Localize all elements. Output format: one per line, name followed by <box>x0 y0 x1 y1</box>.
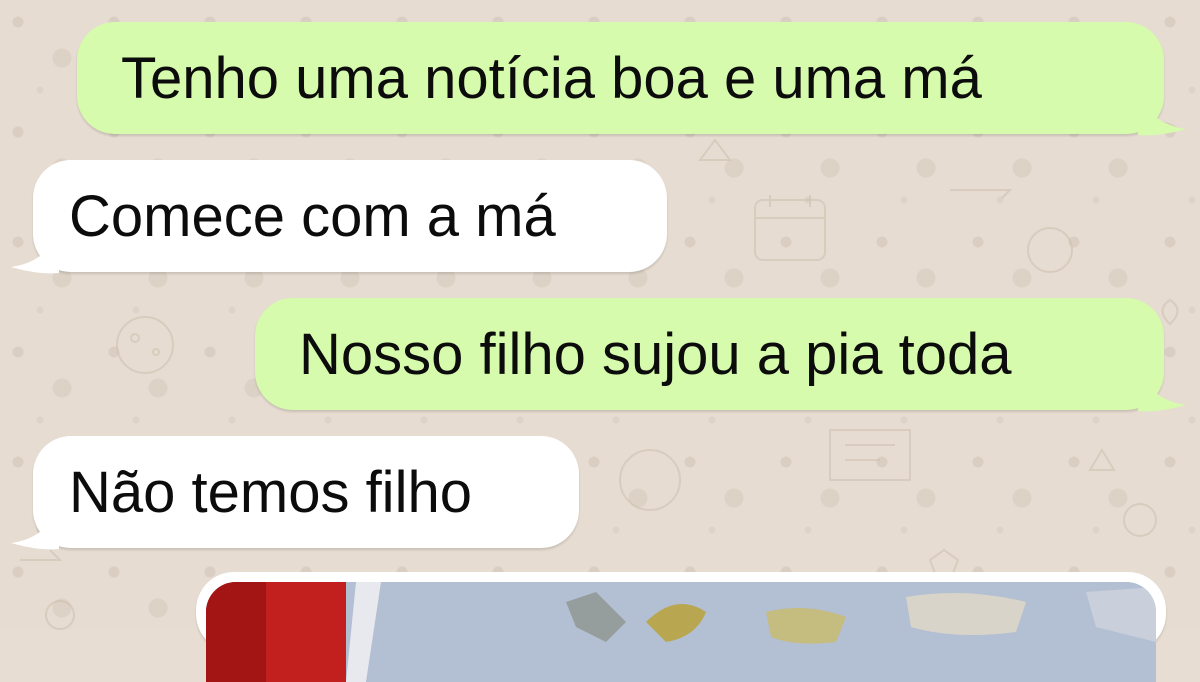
bubble-tail <box>11 497 59 550</box>
bubble-tail <box>11 221 59 274</box>
message-bubble-incoming[interactable]: Comece com a má <box>11 160 667 274</box>
message-bubble-outgoing[interactable]: Tenho uma notícia boa e uma má <box>77 22 1186 136</box>
image-message-bubble[interactable] <box>196 572 1166 682</box>
photo-content <box>206 582 1156 682</box>
bubble-tail <box>1138 359 1186 412</box>
message-bubble-outgoing[interactable]: Nosso filho sujou a pia toda <box>255 298 1186 412</box>
message-text: Comece com a má <box>69 183 556 249</box>
message-text: Tenho uma notícia boa e uma má <box>121 45 982 111</box>
message-photo[interactable] <box>206 582 1156 682</box>
message-text: Não temos filho <box>69 459 472 525</box>
message-text: Nosso filho sujou a pia toda <box>299 321 1012 387</box>
message-bubble-incoming[interactable]: Não temos filho <box>11 436 579 550</box>
bubble-tail <box>1138 83 1186 136</box>
